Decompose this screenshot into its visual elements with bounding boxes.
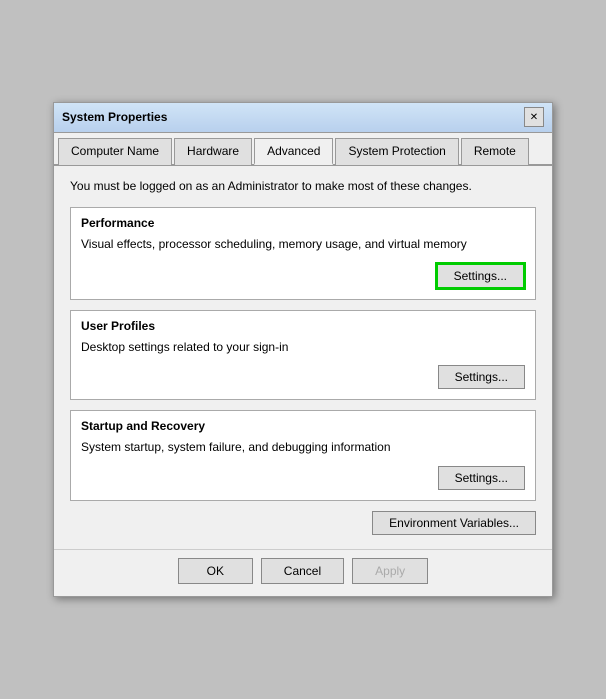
- tab-system-protection[interactable]: System Protection: [335, 138, 458, 165]
- apply-button[interactable]: Apply: [352, 558, 428, 584]
- title-bar-controls: ✕: [524, 107, 544, 127]
- admin-notice: You must be logged on as an Administrato…: [70, 178, 536, 195]
- startup-recovery-footer: Settings...: [81, 466, 525, 490]
- performance-title: Performance: [81, 216, 525, 230]
- performance-description: Visual effects, processor scheduling, me…: [81, 236, 525, 253]
- performance-section: Performance Visual effects, processor sc…: [70, 207, 536, 300]
- window-title: System Properties: [62, 110, 167, 124]
- performance-footer: Settings...: [81, 263, 525, 289]
- user-profiles-title: User Profiles: [81, 319, 525, 333]
- tab-bar: Computer Name Hardware Advanced System P…: [54, 133, 552, 166]
- user-profiles-section: User Profiles Desktop settings related t…: [70, 310, 536, 401]
- tab-computer-name[interactable]: Computer Name: [58, 138, 172, 165]
- startup-recovery-title: Startup and Recovery: [81, 419, 525, 433]
- user-profiles-footer: Settings...: [81, 365, 525, 389]
- environment-variables-button[interactable]: Environment Variables...: [372, 511, 536, 535]
- user-profiles-description: Desktop settings related to your sign-in: [81, 339, 525, 356]
- startup-recovery-description: System startup, system failure, and debu…: [81, 439, 525, 456]
- dialog-footer: OK Cancel Apply: [54, 549, 552, 596]
- title-bar: System Properties ✕: [54, 103, 552, 133]
- cancel-button[interactable]: Cancel: [261, 558, 344, 584]
- startup-recovery-settings-button[interactable]: Settings...: [438, 466, 525, 490]
- tab-hardware[interactable]: Hardware: [174, 138, 252, 165]
- performance-settings-button[interactable]: Settings...: [436, 263, 525, 289]
- tab-remote[interactable]: Remote: [461, 138, 529, 165]
- startup-recovery-section: Startup and Recovery System startup, sys…: [70, 410, 536, 501]
- user-profiles-settings-button[interactable]: Settings...: [438, 365, 525, 389]
- system-properties-window: System Properties ✕ Computer Name Hardwa…: [53, 102, 553, 597]
- tab-advanced[interactable]: Advanced: [254, 138, 333, 165]
- env-variables-row: Environment Variables...: [70, 511, 536, 535]
- ok-button[interactable]: OK: [178, 558, 253, 584]
- tab-content: You must be logged on as an Administrato…: [54, 166, 552, 549]
- close-button[interactable]: ✕: [524, 107, 544, 127]
